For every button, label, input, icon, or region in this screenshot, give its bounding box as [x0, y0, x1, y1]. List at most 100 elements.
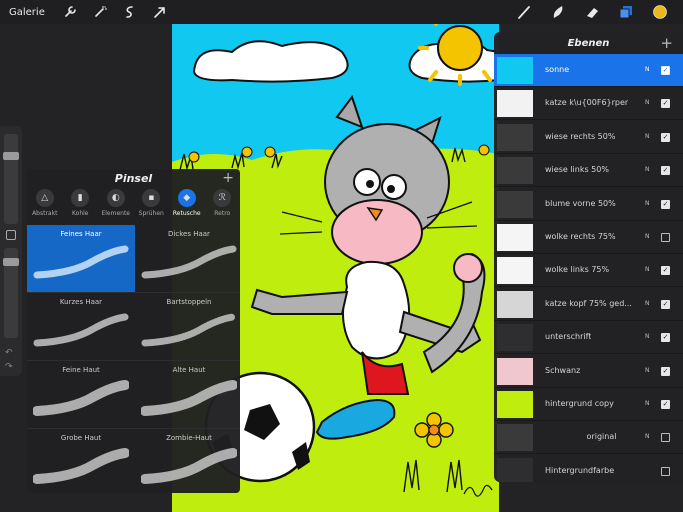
- layer-visibility-checkbox[interactable]: [661, 466, 670, 476]
- opacity-slider[interactable]: [3, 248, 19, 338]
- layer-row[interactable]: katze kopf 75% ged... N ✓: [494, 288, 683, 321]
- layer-row[interactable]: unterschrift N ✓: [494, 321, 683, 355]
- blend-mode-button[interactable]: N: [645, 233, 650, 240]
- brush-stroke-preview: [141, 380, 237, 416]
- blend-mode-button[interactable]: N: [645, 133, 650, 140]
- eraser-icon[interactable]: [581, 1, 603, 23]
- layer-row[interactable]: wolke rechts 75% N: [494, 221, 683, 254]
- brush-item[interactable]: Grobe Haut: [27, 429, 135, 493]
- layer-name: katze kopf 75% ged...: [545, 298, 632, 308]
- layer-visibility-checkbox[interactable]: ✓: [661, 166, 670, 176]
- brush-category-retro[interactable]: ℛ Retro: [205, 189, 241, 225]
- layers-icon[interactable]: [615, 1, 637, 23]
- selection-icon[interactable]: [119, 1, 141, 23]
- procreate-app: Galerie ↶ ↷ Pinsel + △ Abstrakt ▮ Kohle …: [0, 0, 683, 512]
- layer-name: Schwanz: [545, 365, 581, 375]
- brush-category-retusche[interactable]: ◆ Retusche: [169, 189, 205, 225]
- blend-mode-button[interactable]: N: [645, 66, 650, 73]
- blend-mode-button[interactable]: N: [645, 433, 650, 440]
- layer-row[interactable]: hintergrund copy N ✓: [494, 388, 683, 421]
- brush-icon[interactable]: [513, 1, 535, 23]
- layer-visibility-checkbox[interactable]: ✓: [661, 132, 670, 142]
- layer-visibility-checkbox[interactable]: ✓: [661, 366, 670, 376]
- top-toolbar: Galerie: [0, 0, 683, 24]
- layer-visibility-checkbox[interactable]: [661, 233, 670, 242]
- brush-name: Feine Haut: [62, 366, 100, 374]
- brush-library-title: Pinsel: [114, 172, 153, 185]
- transform-arrow-icon[interactable]: [149, 1, 171, 23]
- layer-row[interactable]: katze k\u{00F6}rper N ✓: [494, 87, 683, 121]
- layer-thumbnail: [497, 190, 533, 218]
- charcoal-icon: ▮: [71, 189, 90, 207]
- blend-mode-button[interactable]: N: [645, 300, 650, 307]
- toolbar-right-group: [513, 0, 683, 24]
- layer-row[interactable]: wolke links 75% N ✓: [494, 254, 683, 288]
- brush-stroke-preview: [33, 245, 129, 279]
- brush-category-label: Retusche: [172, 210, 201, 217]
- layer-thumbnail: [497, 57, 533, 84]
- opacity-thumb[interactable]: [3, 258, 19, 266]
- brush-item[interactable]: Dickes Haar: [135, 225, 240, 293]
- redo-icon[interactable]: ↷: [5, 362, 13, 372]
- layer-visibility-checkbox[interactable]: ✓: [661, 66, 670, 75]
- brush-category-label: Elemente: [101, 210, 131, 217]
- blend-mode-button[interactable]: N: [645, 200, 650, 207]
- blend-mode-button[interactable]: N: [645, 333, 650, 340]
- brush-stroke-preview: [141, 448, 237, 484]
- layer-row[interactable]: original N: [494, 421, 683, 455]
- brush-category-kohle[interactable]: ▮ Kohle: [63, 189, 99, 225]
- layer-thumbnail: [497, 290, 533, 318]
- brush-category-elemente[interactable]: ◐ Elemente: [98, 189, 134, 225]
- brush-size-thumb[interactable]: [3, 152, 19, 160]
- layer-name: wiese links 50%: [545, 165, 609, 175]
- layer-name: wolke links 75%: [545, 265, 610, 275]
- layer-name: original: [586, 432, 617, 442]
- brush-item[interactable]: Alte Haut: [135, 361, 240, 429]
- magic-wand-icon[interactable]: [89, 1, 111, 23]
- layer-row[interactable]: Schwanz N ✓: [494, 355, 683, 388]
- layer-visibility-checkbox[interactable]: ✓: [661, 333, 670, 343]
- brush-item[interactable]: Feines Haar: [27, 225, 135, 293]
- brush-category-label: Sprühen: [138, 210, 164, 217]
- spray-icon: ▪: [142, 189, 161, 207]
- add-layer-button[interactable]: +: [660, 34, 673, 52]
- brush-item[interactable]: Bartstoppeln: [135, 293, 240, 361]
- brush-category-sprühen[interactable]: ▪ Sprühen: [134, 189, 170, 225]
- layer-name: sonne: [545, 65, 570, 74]
- layer-thumbnail: [497, 391, 533, 418]
- blend-mode-button[interactable]: N: [645, 367, 650, 374]
- layer-visibility-checkbox[interactable]: ✓: [661, 266, 670, 276]
- brush-item[interactable]: Zombie-Haut: [135, 429, 240, 493]
- layer-row[interactable]: blume vorne 50% N ✓: [494, 188, 683, 221]
- gallery-button[interactable]: Galerie: [9, 7, 45, 18]
- wrench-icon[interactable]: [59, 1, 81, 23]
- blend-mode-button[interactable]: N: [645, 99, 650, 106]
- layer-visibility-checkbox[interactable]: [661, 433, 670, 443]
- layer-thumbnail: [497, 90, 533, 118]
- brush-category-abstrakt[interactable]: △ Abstrakt: [27, 189, 63, 225]
- layer-visibility-checkbox[interactable]: ✓: [661, 299, 670, 309]
- brush-item[interactable]: Kurzes Haar: [27, 293, 135, 361]
- layer-visibility-checkbox[interactable]: ✓: [661, 99, 670, 109]
- modify-square-button[interactable]: [6, 230, 16, 240]
- color-swatch[interactable]: [649, 1, 671, 23]
- layer-visibility-checkbox[interactable]: ✓: [661, 400, 670, 409]
- layer-name: blume vorne 50%: [545, 198, 616, 208]
- blend-mode-button[interactable]: N: [645, 400, 650, 407]
- brush-item[interactable]: Feine Haut: [27, 361, 135, 429]
- undo-icon[interactable]: ↶: [5, 348, 13, 358]
- layer-row[interactable]: sonne N ✓: [494, 54, 683, 87]
- layer-row[interactable]: Hintergrundfarbe: [494, 455, 683, 482]
- layer-thumbnail: [497, 123, 533, 151]
- layer-visibility-checkbox[interactable]: ✓: [661, 199, 670, 209]
- layer-row[interactable]: wiese rechts 50% N ✓: [494, 121, 683, 154]
- blend-mode-button[interactable]: N: [645, 266, 650, 273]
- brush-name: Bartstoppeln: [166, 298, 212, 306]
- brush-name: Zombie-Haut: [166, 434, 212, 442]
- blend-mode-button[interactable]: N: [645, 166, 650, 173]
- brush-size-slider[interactable]: [3, 134, 19, 224]
- add-brush-button[interactable]: +: [222, 170, 234, 186]
- smudge-icon[interactable]: [547, 1, 569, 23]
- layer-name: wiese rechts 50%: [545, 131, 616, 141]
- layer-row[interactable]: wiese links 50% N ✓: [494, 154, 683, 188]
